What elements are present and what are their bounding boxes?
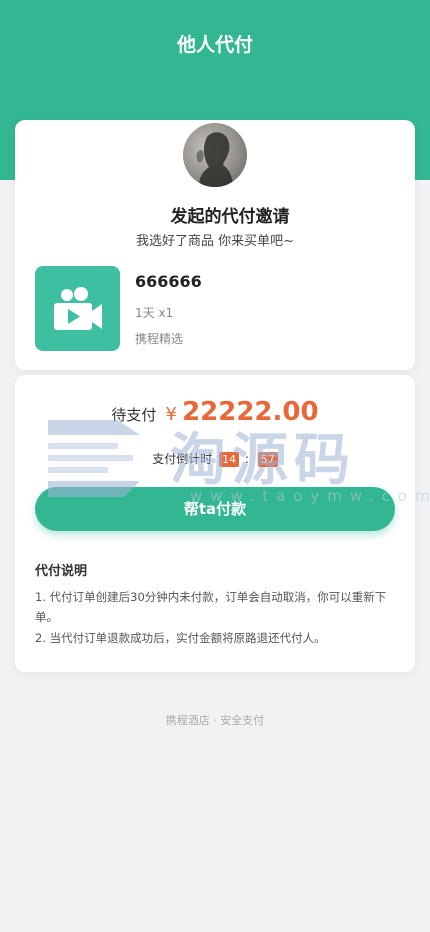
countdown-separator: :	[244, 452, 249, 466]
pay-for-them-button[interactable]: 帮ta付款	[35, 487, 395, 531]
note-item: 2. 当代付订单退款成功后，实付金额将原路退还代付人。	[35, 631, 326, 645]
product-thumbnail	[35, 266, 120, 351]
invite-title: 发起的代付邀请	[170, 207, 290, 227]
countdown: 支付倒计时 14 : 57	[15, 450, 415, 467]
countdown-minutes: 14	[219, 452, 240, 467]
countdown-label: 支付倒计时	[152, 452, 213, 466]
avatar	[183, 123, 247, 187]
product-shop: 携程精选	[135, 332, 184, 346]
page-title: 他人代付	[176, 34, 253, 56]
invite-subtitle: 我选好了商品 你来买单吧~	[135, 234, 295, 249]
amount-row: 待支付 ¥ 22222.00	[15, 397, 415, 427]
product-spec: 1天 x1	[135, 306, 174, 320]
amount-label: 待支付	[111, 406, 157, 424]
countdown-seconds: 57	[257, 452, 278, 467]
currency-symbol: ¥	[165, 404, 177, 425]
footer-text: 携程酒店 · 安全支付	[165, 714, 265, 727]
notes-title: 代付说明	[35, 564, 88, 579]
invite-card: 发起的代付邀请 我选好了商品 你来买单吧~ 666666 1天 x1 携程精选	[15, 120, 415, 370]
product-name: 666666	[135, 272, 202, 291]
payment-card: 待支付 ¥ 22222.00 支付倒计时 14 : 57 帮ta付款 代付说明 …	[15, 375, 415, 672]
amount-value: 22222.00	[182, 397, 319, 427]
video-camera-icon	[54, 287, 102, 330]
note-item: 1. 代付订单创建后30分钟内未付款，订单会自动取消，你可以重新下单。	[35, 590, 387, 624]
